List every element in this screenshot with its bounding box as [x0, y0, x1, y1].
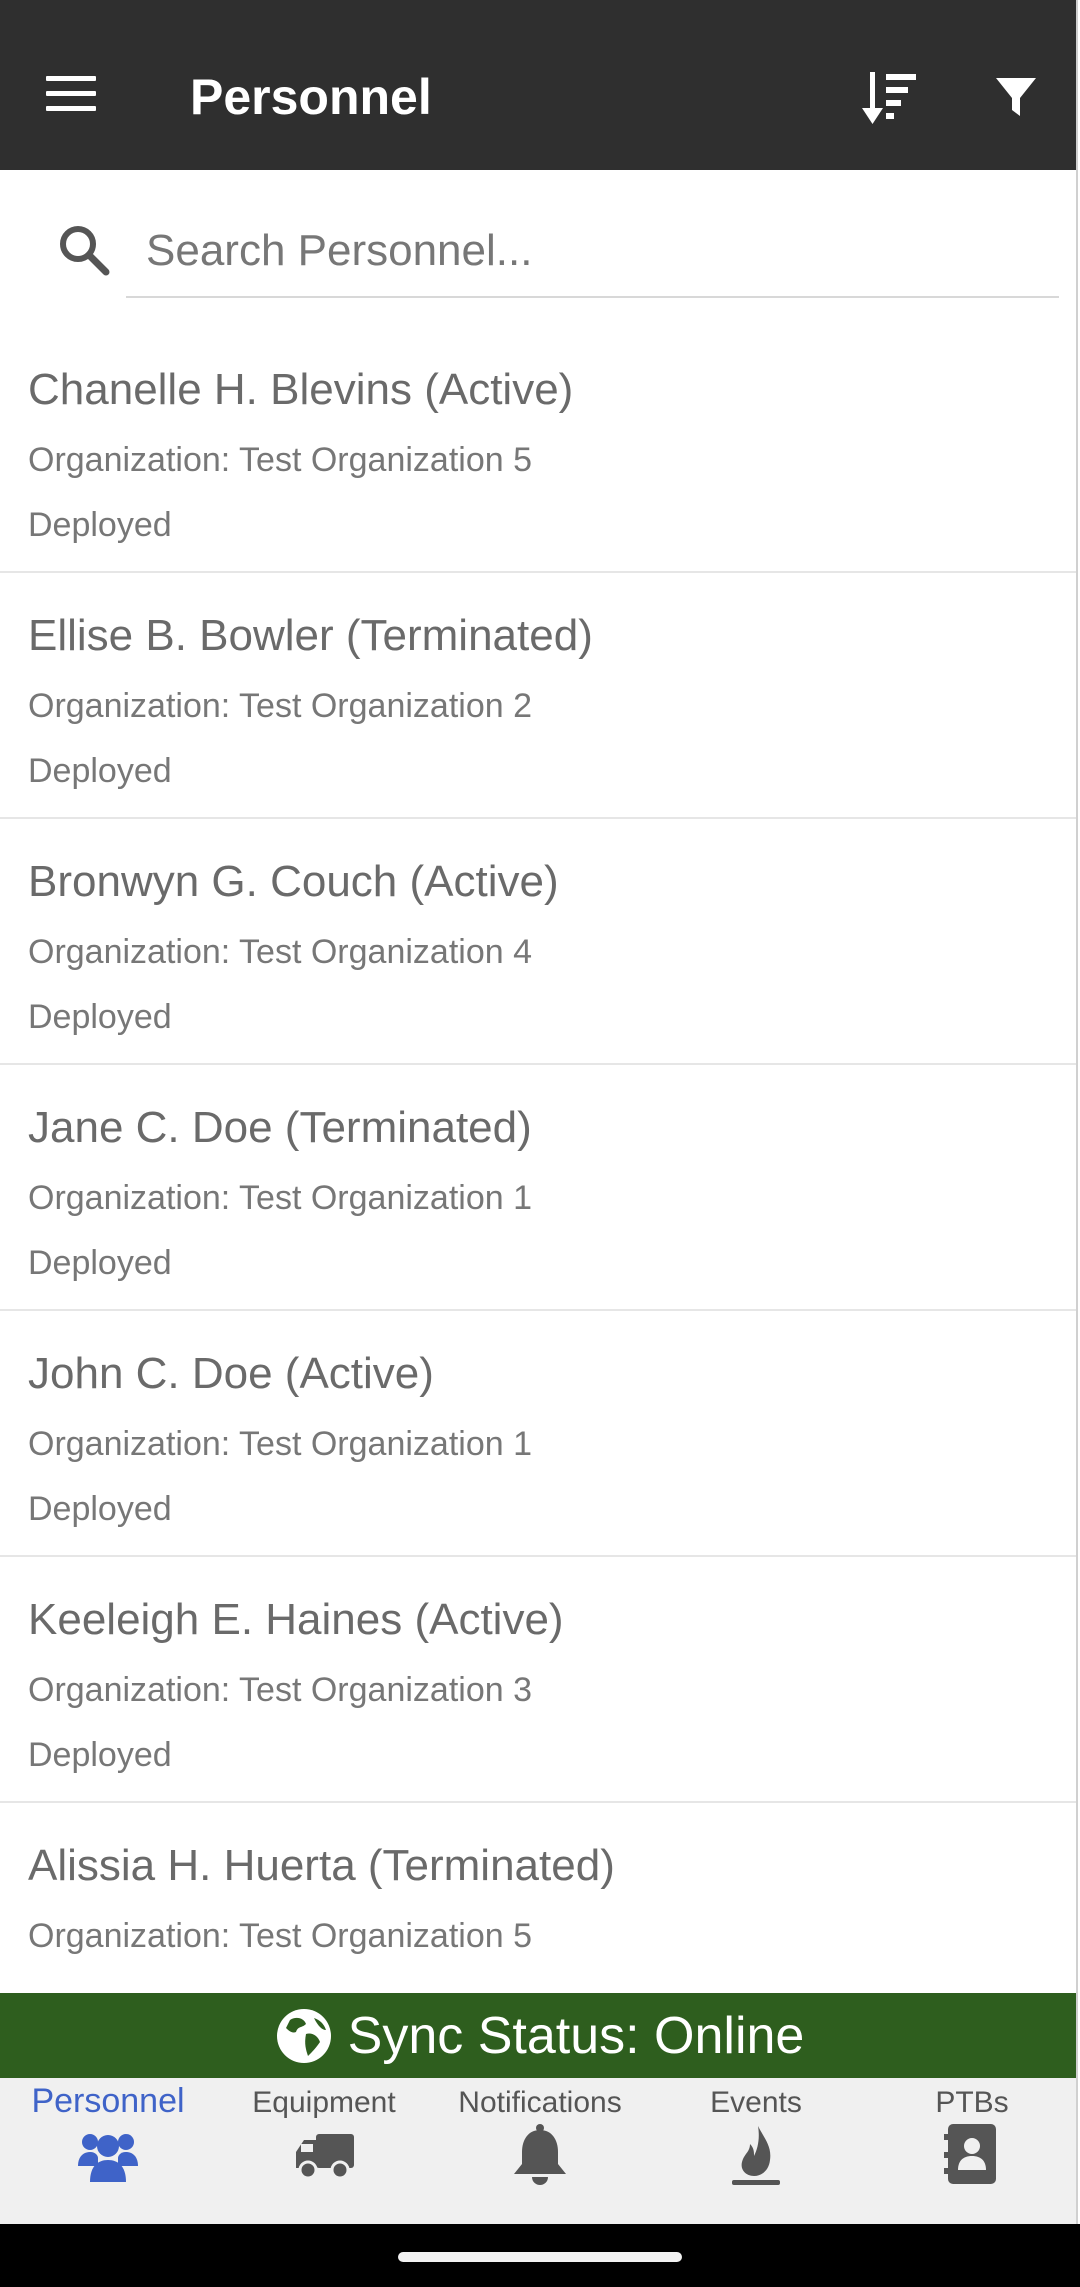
- person-organization: Organization: Test Organization 5: [28, 1917, 532, 1955]
- fire-icon: [732, 2126, 780, 2185]
- system-navigation-bar: [0, 2224, 1080, 2287]
- person-status: Deployed: [28, 752, 172, 790]
- address-book-icon: [944, 2124, 996, 2184]
- bell-icon: [514, 2124, 566, 2185]
- app-bar: Personnel: [0, 0, 1076, 170]
- search-icon: [60, 226, 110, 276]
- sync-status-bar[interactable]: Sync Status: Online: [0, 1993, 1076, 2078]
- person-name: Bronwyn G. Couch (Active): [28, 857, 559, 906]
- list-item[interactable]: Ellise B. Bowler (Terminated) Organizati…: [0, 573, 1076, 819]
- app-screen: Personnel Chanelle H. Blevins (Active) O…: [0, 0, 1078, 2287]
- person-status: Deployed: [28, 1490, 172, 1528]
- tab-label: Equipment: [252, 2086, 396, 2119]
- person-organization: Organization: Test Organization 4: [28, 933, 532, 971]
- list-item[interactable]: John C. Doe (Active) Organization: Test …: [0, 1311, 1076, 1557]
- hamburger-menu-icon[interactable]: [46, 76, 98, 112]
- tab-label: Notifications: [458, 2086, 622, 2119]
- person-status: Deployed: [28, 1244, 172, 1282]
- globe-icon: [276, 2008, 331, 2063]
- person-organization: Organization: Test Organization 1: [28, 1425, 532, 1463]
- users-icon: [78, 2134, 138, 2182]
- tab-ptbs[interactable]: PTBs: [864, 2078, 1076, 2224]
- person-organization: Organization: Test Organization 1: [28, 1179, 532, 1217]
- tab-label: PTBs: [935, 2086, 1009, 2119]
- list-item[interactable]: Keeleigh E. Haines (Active) Organization…: [0, 1557, 1076, 1803]
- list-item[interactable]: Bronwyn G. Couch (Active) Organization: …: [0, 819, 1076, 1065]
- sort-descending-icon[interactable]: [862, 70, 918, 126]
- person-name: Alissia H. Huerta (Terminated): [28, 1841, 615, 1890]
- person-organization: Organization: Test Organization 2: [28, 687, 532, 725]
- filter-funnel-icon[interactable]: [994, 76, 1038, 120]
- search-bar: [0, 170, 1076, 320]
- list-item[interactable]: Chanelle H. Blevins (Active) Organizatio…: [0, 327, 1076, 573]
- person-status: Deployed: [28, 506, 172, 544]
- tab-notifications[interactable]: Notifications: [432, 2078, 648, 2224]
- person-name: John C. Doe (Active): [28, 1349, 434, 1398]
- person-organization: Organization: Test Organization 5: [28, 441, 532, 479]
- sync-status-label: Sync Status: Online: [347, 2006, 805, 2065]
- home-gesture-handle[interactable]: [398, 2252, 682, 2262]
- tab-label: Personnel: [31, 2082, 185, 2120]
- person-name: Ellise B. Bowler (Terminated): [28, 611, 593, 660]
- person-status: Deployed: [28, 1736, 172, 1774]
- tab-events[interactable]: Events: [648, 2078, 864, 2224]
- person-name: Jane C. Doe (Terminated): [28, 1103, 532, 1152]
- page-title: Personnel: [190, 69, 432, 125]
- personnel-list: Chanelle H. Blevins (Active) Organizatio…: [0, 327, 1076, 2049]
- person-organization: Organization: Test Organization 3: [28, 1671, 532, 1709]
- tab-personnel[interactable]: Personnel: [0, 2078, 216, 2224]
- list-item[interactable]: Jane C. Doe (Terminated) Organization: T…: [0, 1065, 1076, 1311]
- search-input[interactable]: [126, 206, 1059, 298]
- tab-equipment[interactable]: Equipment: [216, 2078, 432, 2224]
- person-status: Deployed: [28, 998, 172, 1036]
- bottom-tab-bar: Personnel Equipment Notifications Events…: [0, 2078, 1076, 2224]
- truck-icon: [296, 2134, 354, 2180]
- person-name: Keeleigh E. Haines (Active): [28, 1595, 564, 1644]
- tab-label: Events: [710, 2086, 802, 2119]
- person-name: Chanelle H. Blevins (Active): [28, 365, 574, 414]
